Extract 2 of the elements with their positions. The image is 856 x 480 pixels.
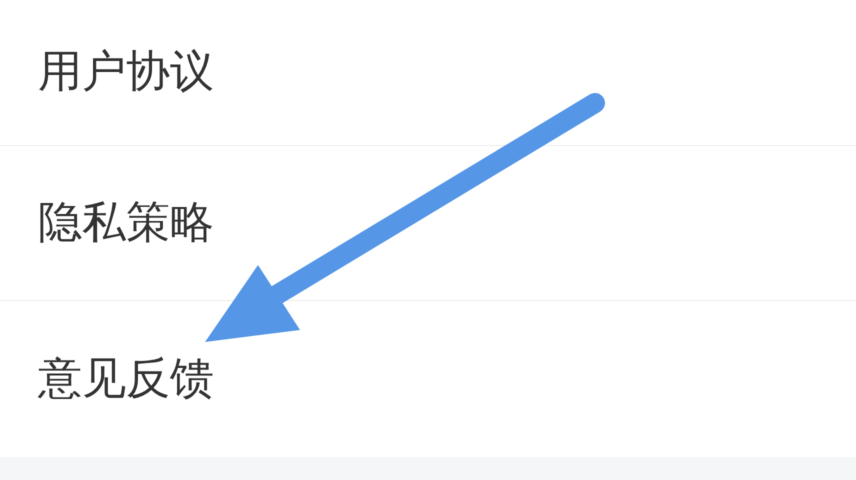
menu-item[interactable]: 用户协议 [0, 0, 856, 146]
menu-item[interactable]: 意见反馈 [0, 301, 856, 457]
